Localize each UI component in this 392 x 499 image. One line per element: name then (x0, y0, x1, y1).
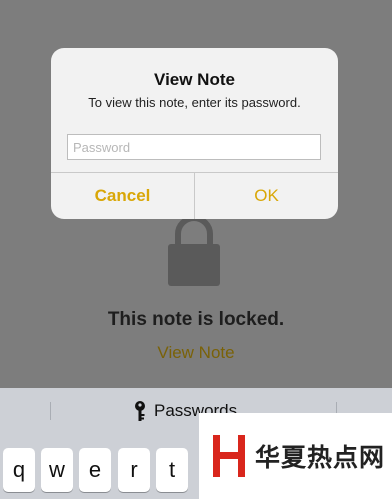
suggestion-divider (50, 402, 51, 420)
key-icon (135, 401, 145, 421)
watermark-logo-icon (213, 435, 245, 477)
key-r[interactable]: r (118, 448, 150, 492)
cancel-button[interactable]: Cancel (51, 173, 194, 219)
key-w[interactable]: w (41, 448, 73, 492)
alert-title: View Note (154, 70, 235, 89)
password-field[interactable] (67, 134, 321, 160)
lock-icon (168, 215, 220, 286)
key-t[interactable]: t (156, 448, 188, 492)
locked-message: This note is locked. (107, 309, 285, 330)
ok-button[interactable]: OK (195, 173, 338, 219)
view-note-alert: View Note To view this note, enter its p… (51, 48, 338, 219)
alert-message: To view this note, enter its password. (88, 95, 301, 110)
key-e[interactable]: e (79, 448, 111, 492)
watermark: 华夏热点网 (199, 413, 392, 499)
watermark-text: 华夏热点网 (255, 443, 386, 472)
view-note-link[interactable]: View Note (0, 343, 392, 363)
key-q[interactable]: q (3, 448, 35, 492)
